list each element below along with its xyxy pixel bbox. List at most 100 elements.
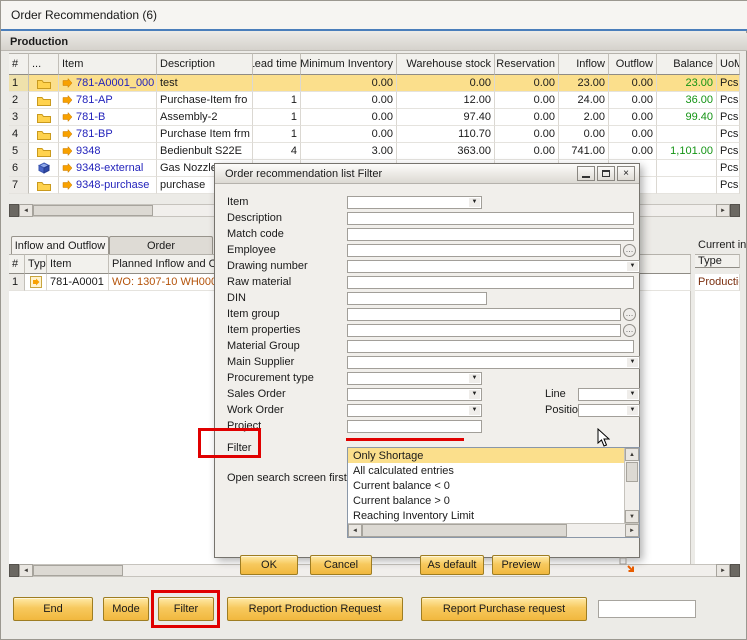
dropdown-hscrollbar[interactable]: ◄ ► <box>348 523 639 537</box>
column-header-warehouse-stock[interactable]: Warehouse stock <box>397 53 495 75</box>
description-cell: Assembly-2 <box>157 109 253 126</box>
match-code-input[interactable] <box>347 228 634 241</box>
scroll-up-button[interactable]: ▲ <box>625 448 639 461</box>
item-combo[interactable]: ▼ <box>347 196 482 209</box>
table-row[interactable]: 2 781-AP Purchase-Item fro 1 0.00 12.00 … <box>9 92 740 109</box>
scrollbar-thumb[interactable] <box>362 524 567 537</box>
dropdown-option-current-balance-lt-0[interactable]: Current balance < 0 <box>348 478 624 493</box>
scrollbar-track[interactable] <box>362 524 625 537</box>
form-resize-icon[interactable] <box>619 557 635 573</box>
end-button[interactable]: End <box>13 597 93 621</box>
column-header-uom[interactable]: UoM <box>717 53 740 75</box>
report-purchase-request-button[interactable]: Report Purchase request <box>421 597 587 621</box>
scrollbar-track[interactable] <box>33 564 716 577</box>
scroll-right-button[interactable]: ► <box>625 524 639 537</box>
scroll-left-button[interactable]: ◄ <box>348 524 362 537</box>
din-input[interactable] <box>347 292 487 305</box>
scrollbar-split-box[interactable] <box>9 564 19 577</box>
dropdown-option-current-balance-gt-0[interactable]: Current balance > 0 <box>348 493 624 508</box>
scroll-down-button[interactable]: ▼ <box>625 510 639 523</box>
as-default-button[interactable]: As default <box>420 555 484 575</box>
link-arrow-icon[interactable] <box>62 78 73 88</box>
column-header-type[interactable]: Type <box>695 254 740 268</box>
report-production-request-button[interactable]: Report Production Request <box>227 597 403 621</box>
cancel-button[interactable]: Cancel <box>310 555 372 575</box>
scrollbar-split-box[interactable] <box>730 204 740 217</box>
footer-text-input[interactable] <box>598 600 696 618</box>
column-header-dots[interactable]: ... <box>29 53 59 75</box>
work-order-combo[interactable]: ▼ <box>347 404 482 417</box>
tab-current-inventory[interactable]: Current inventory <box>698 239 746 251</box>
procurement-type-combo[interactable]: ▼ <box>347 372 482 385</box>
item-code-link[interactable]: 9348-external <box>76 162 143 174</box>
table-row[interactable]: 5 9348 Bedienbult S22E 4 3.00 363.00 0.0… <box>9 143 740 160</box>
button-label: Report Purchase request <box>443 603 565 615</box>
item-code-link[interactable]: 781-A0001_000 <box>76 77 154 89</box>
item-code-link[interactable]: 781-AP <box>76 94 113 106</box>
item-code-link[interactable]: 9348 <box>76 145 100 157</box>
raw-material-input[interactable] <box>347 276 634 289</box>
table-row[interactable]: 1 781-A0001_000 test 0.00 0.00 0.00 23.0… <box>9 75 740 92</box>
field-label-match-code: Match code <box>227 228 347 240</box>
preview-button[interactable]: Preview <box>492 555 550 575</box>
line-combo[interactable]: ▼ <box>578 388 640 401</box>
tab-inflow-and-outflow[interactable]: Inflow and Outflow <box>11 236 109 254</box>
scroll-right-button[interactable]: ► <box>716 564 730 577</box>
link-arrow-icon[interactable] <box>62 129 73 139</box>
position-combo[interactable]: ▼ <box>578 404 640 417</box>
column-header-num[interactable]: # <box>9 53 29 75</box>
scrollbar-thumb[interactable] <box>33 565 123 576</box>
link-arrow-icon[interactable] <box>62 95 73 105</box>
item-code-link[interactable]: 781-B <box>76 111 105 123</box>
column-header-outflow[interactable]: Outflow <box>609 53 657 75</box>
column-header-lead-time[interactable]: Lead time <box>253 53 301 75</box>
column-header-item[interactable]: Item <box>47 254 109 274</box>
choose-from-list-icon[interactable]: … <box>623 244 636 257</box>
item-code-link[interactable]: 781-BP <box>76 128 113 140</box>
column-header-inflow[interactable]: Inflow <box>559 53 609 75</box>
scrollbar-split-box[interactable] <box>730 564 740 577</box>
item-code-link[interactable]: 9348-purchase <box>76 179 149 191</box>
table-row[interactable]: 3 781-B Assembly-2 1 0.00 97.40 0.00 2.0… <box>9 109 740 126</box>
tab-order[interactable]: Order <box>109 236 213 254</box>
item-group-input[interactable] <box>347 308 621 321</box>
table-row[interactable]: 4 781-BP Purchase Item frm 1 0.00 110.70… <box>9 126 740 143</box>
close-button[interactable]: × <box>617 166 635 181</box>
dropdown-option-only-shortage[interactable]: Only Shortage <box>348 448 624 463</box>
table-row[interactable]: Production <box>695 274 740 291</box>
column-header-min-inventory[interactable]: Minimum Inventory <box>301 53 397 75</box>
project-input[interactable] <box>347 420 482 433</box>
column-header-type[interactable]: Type <box>25 254 47 274</box>
column-header-item[interactable]: Item <box>59 53 157 75</box>
choose-from-list-icon[interactable]: … <box>623 308 636 321</box>
scroll-left-button[interactable]: ◄ <box>19 204 33 217</box>
maximize-button[interactable] <box>597 166 615 181</box>
link-arrow-icon[interactable] <box>62 180 73 190</box>
mode-button[interactable]: Mode <box>103 597 149 621</box>
choose-from-list-icon[interactable]: … <box>623 324 636 337</box>
material-group-input[interactable] <box>347 340 634 353</box>
scrollbar-split-box[interactable] <box>9 204 19 217</box>
column-header-balance[interactable]: Balance <box>657 53 717 75</box>
ok-button[interactable]: OK <box>240 555 298 575</box>
drawing-number-combo[interactable]: ▼ <box>347 260 640 273</box>
link-arrow-icon[interactable] <box>62 146 73 156</box>
sales-order-combo[interactable]: ▼ <box>347 388 482 401</box>
dropdown-option-all-calculated-entries[interactable]: All calculated entries <box>348 463 624 478</box>
dropdown-vscrollbar[interactable]: ▲ ▼ <box>624 448 639 523</box>
column-header-description[interactable]: Description <box>157 53 253 75</box>
scroll-left-button[interactable]: ◄ <box>19 564 33 577</box>
description-input[interactable] <box>347 212 634 225</box>
scrollbar-thumb[interactable] <box>626 462 638 482</box>
link-arrow-icon[interactable] <box>62 112 73 122</box>
column-header-reservation[interactable]: Reservation <box>495 53 559 75</box>
main-supplier-combo[interactable]: ▼ <box>347 356 640 369</box>
scrollbar-thumb[interactable] <box>33 205 153 216</box>
item-properties-input[interactable] <box>347 324 621 337</box>
dropdown-option-reaching-inventory-limit[interactable]: Reaching Inventory Limit <box>348 508 624 523</box>
scroll-right-button[interactable]: ► <box>716 204 730 217</box>
link-arrow-icon[interactable] <box>62 163 73 173</box>
minimize-button[interactable] <box>577 166 595 181</box>
employee-input[interactable] <box>347 244 621 257</box>
column-header-num[interactable]: # <box>9 254 25 274</box>
